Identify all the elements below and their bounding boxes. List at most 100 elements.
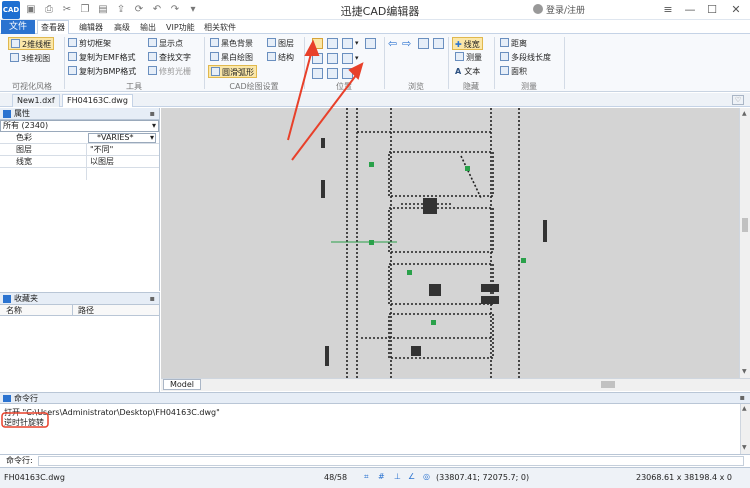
browse-folder-icon[interactable]: [433, 38, 444, 49]
fit-icon[interactable]: [327, 68, 338, 79]
black-bg-label: 黑色背景: [221, 39, 253, 48]
maximize-button[interactable]: ☐: [702, 3, 722, 17]
column-divider: [86, 144, 87, 180]
horizontal-scroll-thumb[interactable]: [601, 381, 615, 388]
wire2d-icon: [11, 39, 20, 48]
show-points-button[interactable]: 显示点: [148, 37, 183, 50]
grid-icon[interactable]: #: [378, 472, 385, 481]
back-arrow-icon[interactable]: ⇦: [388, 37, 397, 50]
scroll-down-icon[interactable]: ▼: [742, 444, 747, 451]
column-path[interactable]: 路径: [78, 305, 94, 316]
paste-icon[interactable]: ▤: [96, 3, 110, 17]
menu-advanced[interactable]: 高级: [111, 21, 133, 34]
menu-editor[interactable]: 编辑器: [76, 21, 106, 34]
find-text-button[interactable]: 查找文字: [148, 51, 191, 64]
distance-button[interactable]: 距离: [500, 37, 527, 50]
pin-icon[interactable]: ▪: [150, 108, 155, 120]
snap-icon[interactable]: ⌗: [364, 472, 369, 482]
zoom-dropdown-icon[interactable]: ▾: [355, 39, 359, 47]
copy-icon[interactable]: ❐: [78, 3, 92, 17]
pin-icon[interactable]: ▪: [740, 393, 745, 402]
text-toggle[interactable]: A 文本: [455, 65, 480, 78]
property-row[interactable]: 图层 "不同": [0, 144, 159, 156]
tab-menu-icon[interactable]: ♡: [732, 95, 744, 105]
clip-frame-button[interactable]: 剪切框架: [68, 37, 111, 50]
distance-label: 距离: [511, 39, 527, 48]
scroll-down-icon[interactable]: ▼: [742, 368, 747, 375]
vertical-scrollbar[interactable]: ▲ ▼: [739, 108, 750, 378]
menu-icon[interactable]: ≡: [658, 3, 678, 17]
zoom-in-icon[interactable]: [342, 38, 353, 49]
zoom-window-icon[interactable]: [327, 38, 338, 49]
osnap-icon[interactable]: ◎: [423, 472, 430, 481]
column-name[interactable]: 名称: [6, 305, 22, 316]
drawing-canvas[interactable]: [161, 108, 739, 378]
print-icon[interactable]: ⎙: [42, 3, 56, 17]
menu-vip[interactable]: VIP功能: [163, 21, 198, 34]
scroll-up-icon[interactable]: ▲: [742, 110, 747, 117]
property-row[interactable]: 色彩 *VARIES* ▾: [0, 132, 159, 144]
area-button[interactable]: 面积: [500, 65, 527, 78]
linewidth-toggle[interactable]: ✚ 线宽: [452, 37, 483, 50]
rotate-cw-icon[interactable]: [312, 53, 323, 64]
save-icon[interactable]: ▣: [24, 3, 38, 17]
polyline-length-label: 多段线长度: [511, 53, 551, 62]
browse-open-icon[interactable]: [418, 38, 429, 49]
pan-hand-icon[interactable]: [365, 38, 376, 49]
polar-icon[interactable]: ∠: [408, 472, 415, 481]
command-icon: [3, 395, 11, 402]
ortho-icon[interactable]: ⊥: [394, 472, 401, 481]
previous-dropdown-icon[interactable]: ▾: [355, 69, 359, 77]
zoom-extents-icon[interactable]: [327, 53, 338, 64]
refresh-icon[interactable]: ⟳: [132, 3, 146, 17]
close-button[interactable]: ✕: [726, 3, 746, 17]
redo-icon[interactable]: ↷: [168, 3, 182, 17]
menu-viewer[interactable]: 查看器: [37, 20, 69, 34]
minimize-button[interactable]: —: [680, 3, 700, 17]
forward-arrow-icon[interactable]: ⇨: [402, 37, 411, 50]
rotate-ccw-icon[interactable]: [312, 38, 323, 49]
structure-button[interactable]: 结构: [267, 51, 294, 64]
undo-icon[interactable]: ↶: [150, 3, 164, 17]
polyline-length-button[interactable]: 多段线长度: [500, 51, 551, 64]
pin-icon[interactable]: ▪: [150, 293, 155, 305]
trim-raster-button[interactable]: 修剪光栅: [148, 65, 191, 78]
wire2d-button[interactable]: 2维线框: [8, 37, 55, 50]
text-label: 文本: [464, 67, 481, 76]
favorites-icon: [3, 295, 11, 303]
scroll-up-icon[interactable]: ▲: [742, 405, 747, 412]
login-button[interactable]: 登录/注册: [533, 3, 585, 16]
zoom-out-icon[interactable]: [342, 53, 353, 64]
smooth-arc-button[interactable]: 圆滑弧形: [208, 65, 257, 78]
menu-output[interactable]: 输出: [137, 21, 159, 34]
black-bg-button[interactable]: 黑色背景: [210, 37, 253, 50]
entity-selector[interactable]: 所有 (2340) ▾: [0, 120, 159, 132]
structure-label: 结构: [278, 53, 294, 62]
customize-icon[interactable]: ▾: [186, 3, 200, 17]
command-input[interactable]: [38, 456, 744, 466]
export-icon[interactable]: ⇪: [114, 3, 128, 17]
vertical-scroll-thumb[interactable]: [742, 218, 748, 232]
tab-fh04163c[interactable]: FH04163C.dwg: [62, 94, 133, 107]
bw-drawing-button[interactable]: 黑白绘图: [210, 51, 253, 64]
command-scrollbar[interactable]: ▲ ▼: [740, 404, 750, 454]
copy-emf-button[interactable]: 复制为EMF格式: [68, 51, 136, 64]
cut-icon[interactable]: ✂: [60, 3, 74, 17]
menu-file[interactable]: 文件: [1, 20, 35, 34]
command-history-line: 逆时针旋转: [4, 418, 44, 427]
copy-bmp-button[interactable]: 复制为BMP格式: [68, 65, 136, 78]
property-row[interactable]: 线宽 以图层: [0, 156, 159, 168]
measure-toggle[interactable]: 测量: [455, 51, 482, 64]
tab-new1[interactable]: New1.dxf: [12, 94, 60, 107]
layers-button[interactable]: 图层: [267, 37, 294, 50]
property-value-dropdown[interactable]: *VARIES* ▾: [88, 133, 156, 143]
zoom-previous-icon[interactable]: [342, 68, 353, 79]
flip-icon[interactable]: [312, 68, 323, 79]
zoomout-dropdown-icon[interactable]: ▾: [355, 54, 359, 62]
copy-bmp-label: 复制为BMP格式: [79, 67, 137, 76]
horizontal-scrollbar[interactable]: Model: [161, 378, 750, 391]
view3d-icon: [10, 53, 19, 62]
tab-model[interactable]: Model: [163, 379, 202, 390]
menu-related[interactable]: 相关软件: [201, 21, 239, 34]
view3d-button[interactable]: 3维视图: [10, 52, 50, 65]
